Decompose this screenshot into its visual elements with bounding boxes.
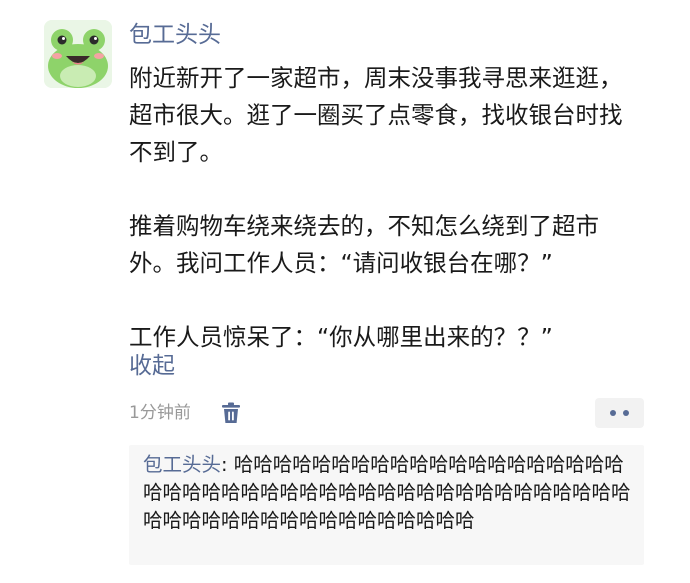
post-paragraph: 推着购物车绕来绕去的，不知怎么绕到了超市外。我问工作人员：“请问收银台在哪？” <box>129 212 599 277</box>
trash-icon-graphic <box>222 402 240 423</box>
comment-author[interactable]: 包工头头 <box>143 453 221 476</box>
post-content: 附近新开了一家超市，周末没事我寻思来逛逛，超市很大。逛了一圈买了点零食，找收银台… <box>129 60 644 356</box>
comment-item[interactable]: 包工头头: 哈哈哈哈哈哈哈哈哈哈哈哈哈哈哈哈哈哈哈哈哈哈哈哈哈哈哈哈哈哈哈哈哈哈… <box>143 451 633 535</box>
post-username[interactable]: 包工头头 <box>129 18 221 52</box>
more-dots-icon <box>623 410 629 416</box>
more-dots-icon <box>610 410 616 416</box>
comment-separator: : <box>221 453 234 476</box>
frog-avatar-icon <box>44 20 112 88</box>
more-button[interactable] <box>595 398 644 428</box>
comment-section: 包工头头: 哈哈哈哈哈哈哈哈哈哈哈哈哈哈哈哈哈哈哈哈哈哈哈哈哈哈哈哈哈哈哈哈哈哈… <box>129 445 644 565</box>
trash-icon[interactable] <box>221 402 241 424</box>
post-paragraph: 附近新开了一家超市，周末没事我寻思来逛逛，超市很大。逛了一圈买了点零食，找收银台… <box>129 64 623 166</box>
frog-avatar[interactable] <box>44 20 112 88</box>
post-timestamp: 1分钟前 <box>129 403 191 423</box>
collapse-link[interactable]: 收起 <box>129 349 175 383</box>
post-paragraph: 工作人员惊呆了：“你从哪里出来的？？” <box>129 323 553 351</box>
